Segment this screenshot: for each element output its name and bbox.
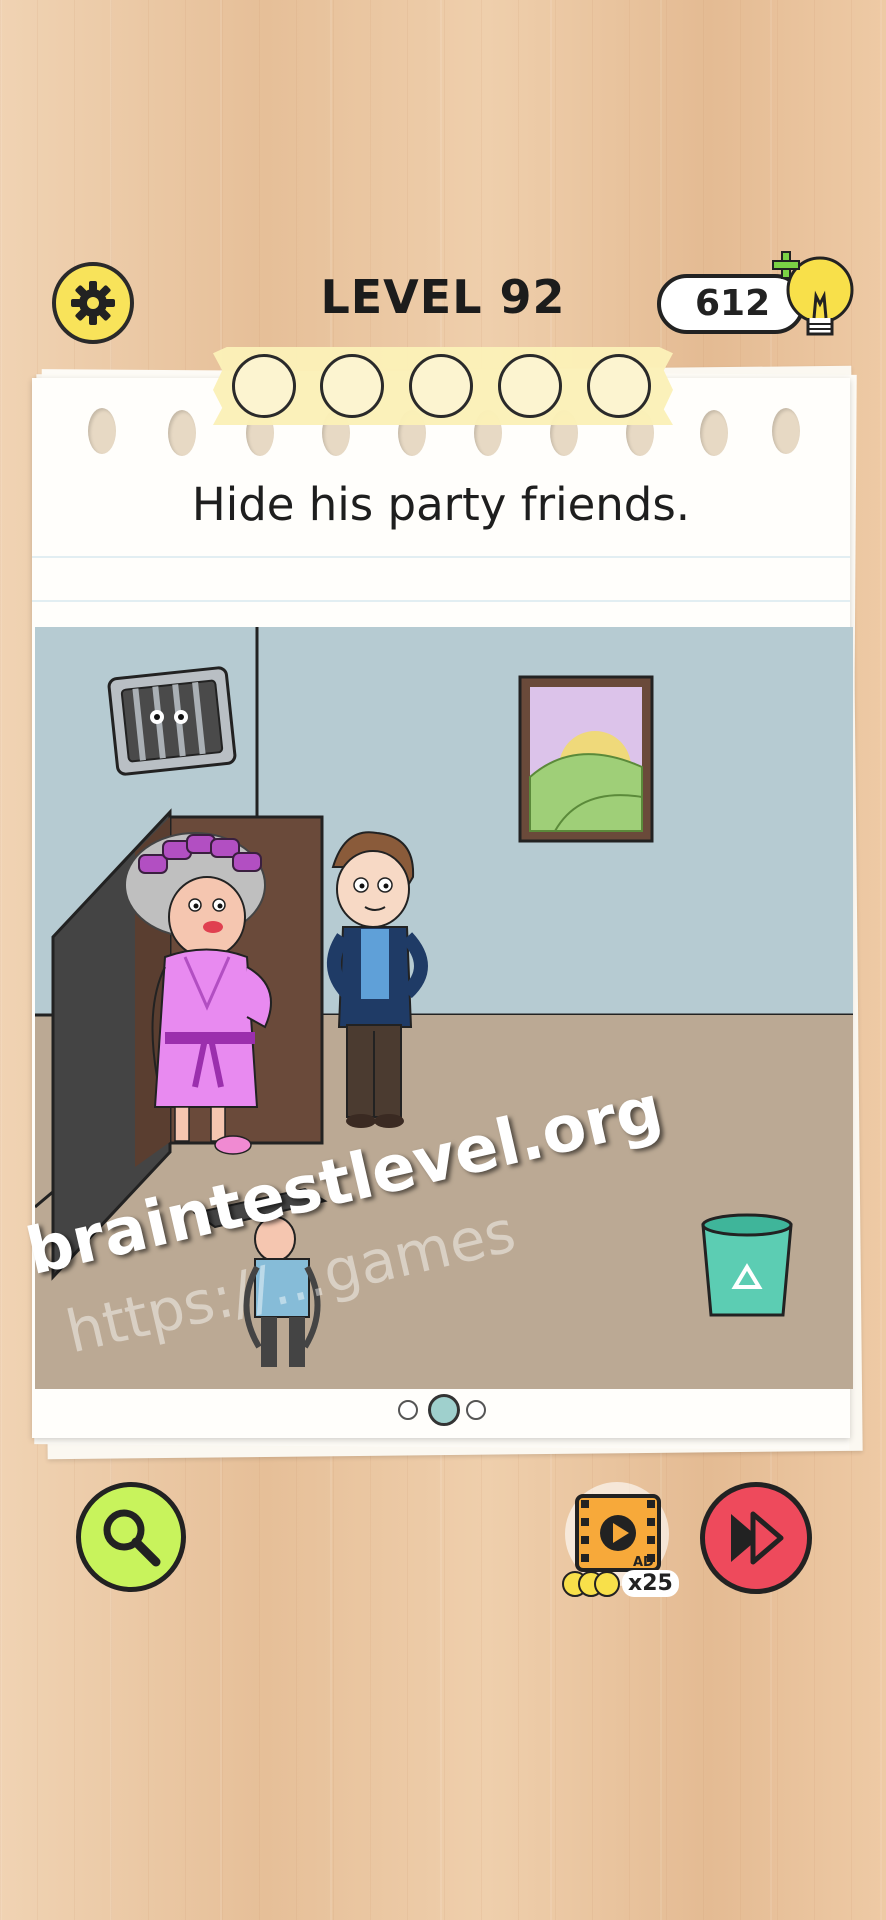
hint-search-button[interactable] — [76, 1482, 186, 1592]
paper-rule — [32, 600, 850, 602]
skip-level-button[interactable] — [700, 1482, 812, 1594]
answer-slot — [587, 354, 651, 418]
page-dot[interactable] — [398, 1400, 418, 1420]
wall-picture — [518, 675, 654, 843]
settings-button[interactable] — [52, 262, 134, 344]
paper-hole — [88, 408, 116, 454]
level-title: LEVEL 92 — [320, 270, 566, 324]
vent[interactable] — [107, 666, 237, 776]
lightbulb-icon — [772, 251, 854, 336]
recycle-bin[interactable] — [701, 1213, 793, 1317]
answer-slot — [409, 354, 473, 418]
lightbulb-icon — [562, 1571, 620, 1597]
hint-bulb-button[interactable] — [768, 248, 858, 348]
gear-icon — [71, 281, 115, 325]
ad-badge: AD — [633, 1555, 654, 1570]
paper-hole — [772, 408, 800, 454]
page-dot-active[interactable] — [428, 1394, 460, 1426]
skip-icon — [731, 1511, 784, 1565]
ad-reward-label: x25 — [622, 1570, 679, 1597]
page-dot[interactable] — [466, 1400, 486, 1420]
answer-slot — [498, 354, 562, 418]
answer-slot — [232, 354, 296, 418]
paper-hole — [700, 410, 728, 456]
paper-rule — [32, 556, 850, 558]
paper-hole — [168, 410, 196, 456]
magnifier-icon — [103, 1509, 161, 1567]
question-text: Hide his party friends. — [191, 478, 691, 531]
answer-slot — [320, 354, 384, 418]
